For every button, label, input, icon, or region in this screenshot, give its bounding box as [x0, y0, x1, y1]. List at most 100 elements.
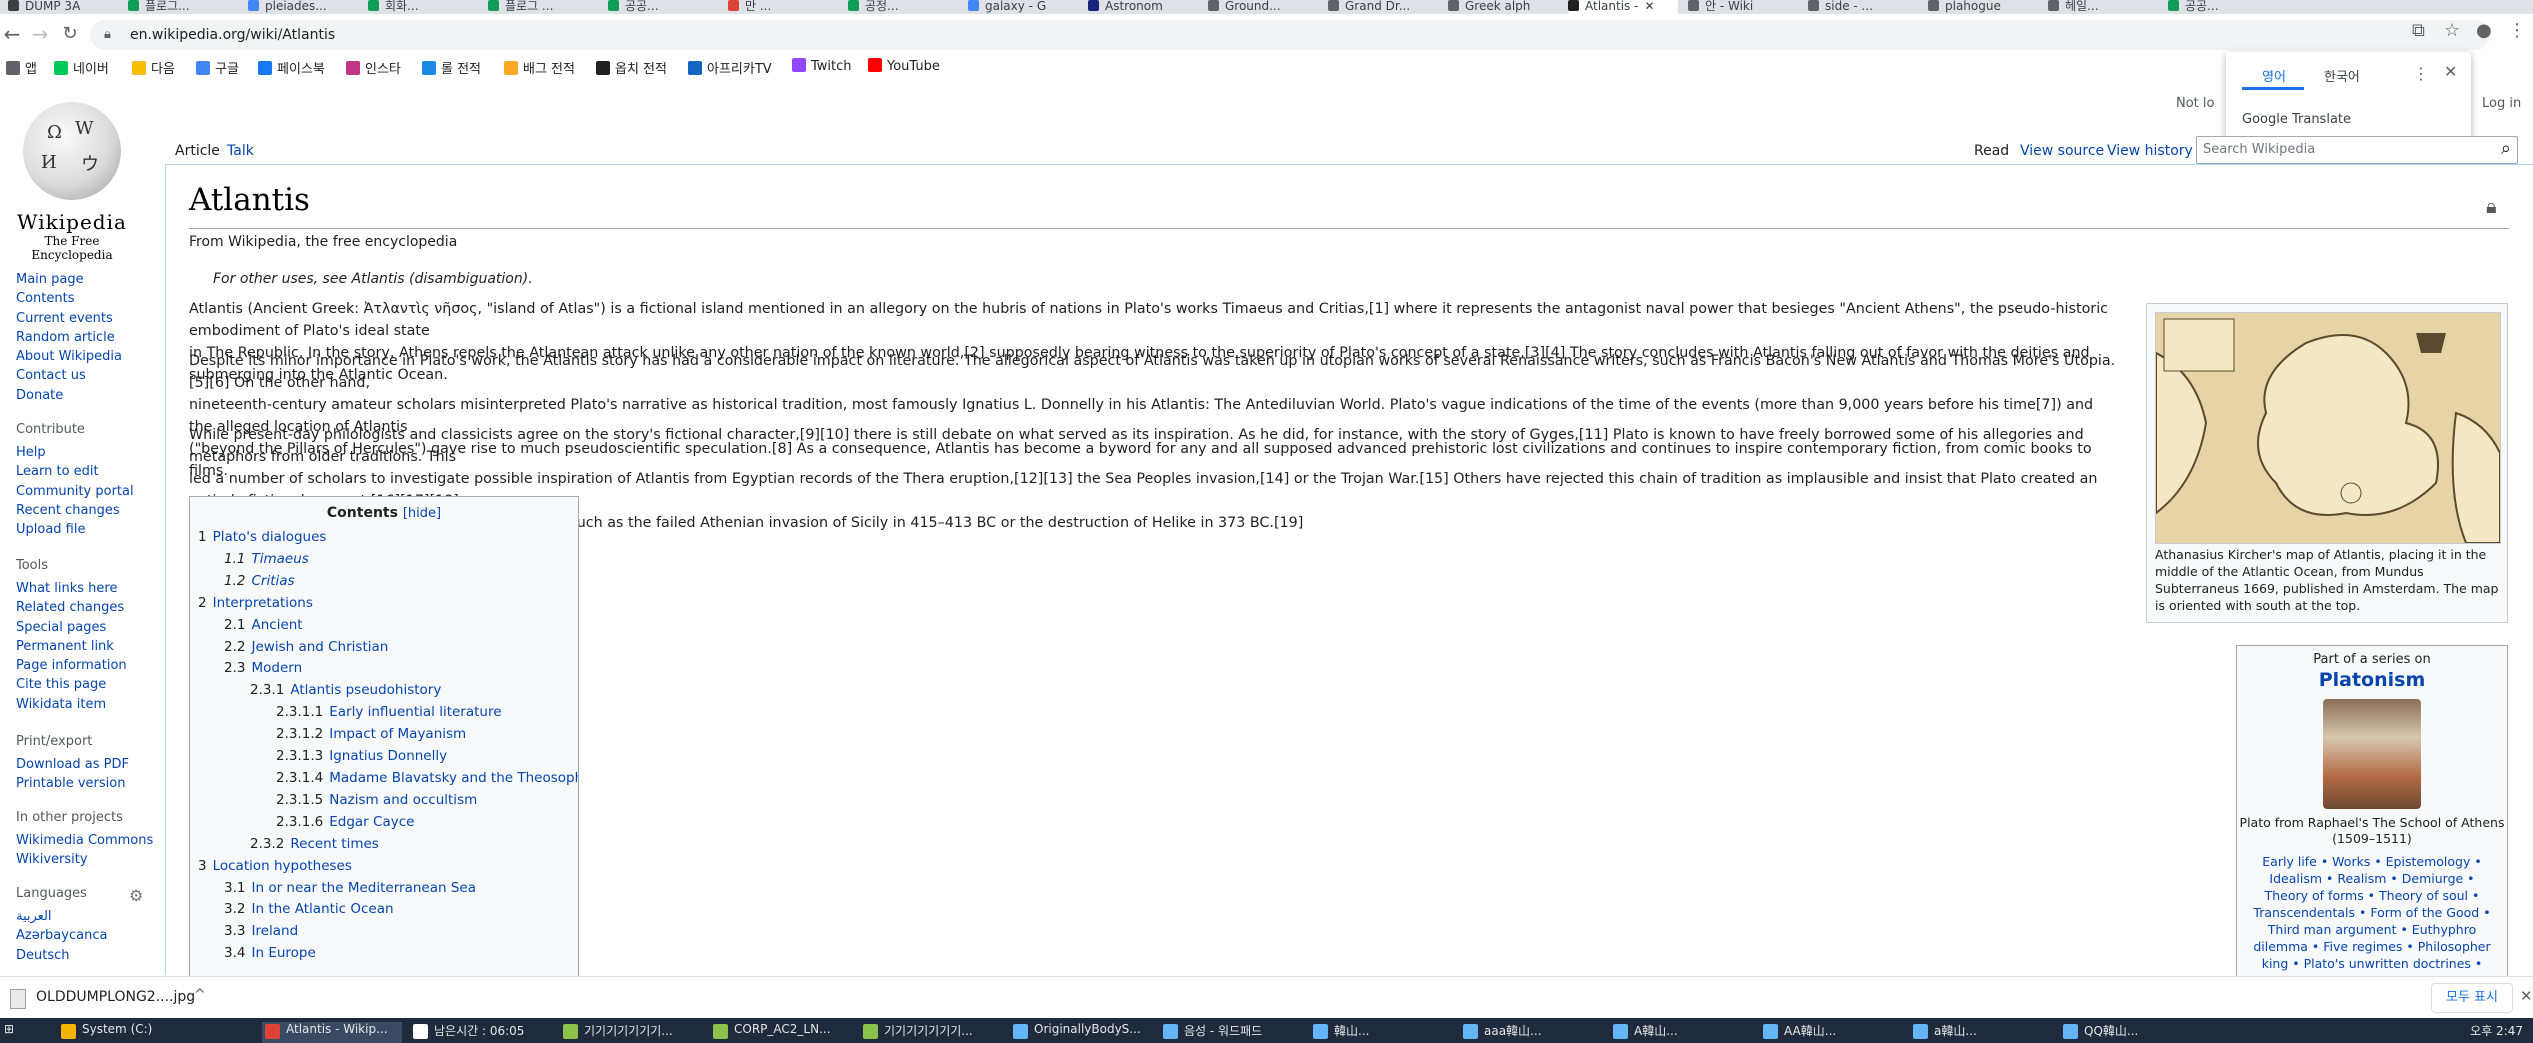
- toc-entry[interactable]: 2.3.1.2 Impact of Mayanism: [198, 724, 578, 746]
- sidebar-link[interactable]: Random article: [16, 328, 122, 347]
- taskbar-item[interactable]: QQ韓山...: [2060, 1022, 2200, 1043]
- taskbar-item[interactable]: 기기기기기기기...: [860, 1022, 1000, 1043]
- sidebar-link[interactable]: About Wikipedia: [16, 347, 122, 366]
- sidebar-link[interactable]: Deutsch: [16, 946, 156, 965]
- hatnote[interactable]: For other uses, see Atlantis (disambigua…: [213, 271, 533, 287]
- sidebar-link[interactable]: Cite this page: [16, 675, 127, 694]
- bookmark-star-icon[interactable]: ☆: [2444, 20, 2460, 41]
- chevron-up-icon[interactable]: ^: [194, 987, 206, 1003]
- browser-tab[interactable]: Atlantis - ✕: [1568, 0, 1678, 14]
- taskbar-item[interactable]: 음성 - 워드패드: [1160, 1022, 1300, 1043]
- bookmark-item[interactable]: 아프리카TV: [688, 58, 772, 77]
- browser-tab[interactable]: 플로그 ...: [488, 0, 584, 14]
- tab-view-source[interactable]: View source: [2020, 143, 2104, 159]
- browser-tab[interactable]: 플로그...: [128, 0, 224, 14]
- toc-entry[interactable]: 2.3.1.5 Nazism and occultism: [198, 790, 578, 812]
- toc-entry[interactable]: 2.3.1.3 Ignatius Donnelly: [198, 746, 578, 768]
- profile-icon[interactable]: ●: [2476, 20, 2492, 41]
- taskbar-item[interactable]: A韓山...: [1610, 1022, 1750, 1043]
- sidebar-link[interactable]: Contact us: [16, 366, 122, 385]
- browser-tab[interactable]: 만 ...: [728, 0, 824, 14]
- log-in-link[interactable]: Log in: [2482, 96, 2521, 111]
- tab-article[interactable]: Article: [175, 143, 220, 159]
- bookmark-item[interactable]: 구글: [196, 58, 239, 77]
- taskbar-item[interactable]: CORP_AC2_LN...: [710, 1022, 850, 1043]
- paragraph-line[interactable]: While present-day philologists and class…: [189, 424, 2119, 468]
- sidebar-link[interactable]: Printable version: [16, 774, 129, 793]
- bookmark-item[interactable]: 앱: [6, 58, 37, 77]
- back-icon[interactable]: ←: [0, 22, 24, 46]
- more-options-icon[interactable]: ⋮: [2413, 64, 2429, 83]
- sidebar-link[interactable]: Recent changes: [16, 501, 134, 520]
- toc-entry[interactable]: 2.3.1 Atlantis pseudohistory: [198, 680, 578, 702]
- toc-entry[interactable]: 2.3.1.1 Early influential literature: [198, 702, 578, 724]
- toc-entry[interactable]: 1.1 Timaeus: [198, 549, 578, 571]
- url-text[interactable]: en.wikipedia.org/wiki/Atlantis: [130, 27, 335, 43]
- browser-tab[interactable]: galaxy - G: [968, 0, 1064, 14]
- tab-read[interactable]: Read: [1974, 143, 2009, 159]
- sidebar-link[interactable]: Current events: [16, 309, 122, 328]
- browser-tab[interactable]: plahogue: [1928, 0, 2024, 14]
- target-language-tab[interactable]: 한국어: [2324, 66, 2360, 85]
- toc-entry[interactable]: 1 Plato's dialogues: [198, 527, 578, 549]
- series-title[interactable]: Platonism: [2237, 669, 2507, 691]
- paragraph-line[interactable]: Despite its minor importance in Plato's …: [189, 350, 2119, 394]
- toc-entry[interactable]: 3.4 In Europe: [198, 943, 578, 965]
- sidebar-link[interactable]: Page information: [16, 656, 127, 675]
- toc-entry[interactable]: 2.3.1.4 Madame Blavatsky and the Theosoph…: [198, 768, 578, 790]
- translate-icon[interactable]: ⧉: [2412, 20, 2425, 41]
- toc-entry[interactable]: 2 Interpretations: [198, 593, 578, 615]
- toc-entry[interactable]: 2.1 Ancient: [198, 615, 578, 637]
- sidebar-link[interactable]: Donate: [16, 386, 122, 405]
- close-tab-icon[interactable]: ✕: [1644, 0, 1654, 13]
- bookmark-item[interactable]: 옵치 전적: [596, 58, 667, 77]
- protection-lock-icon[interactable]: 🔒︎: [2486, 194, 2497, 218]
- search-icon[interactable]: ⌕: [2501, 138, 2511, 159]
- toc-entry[interactable]: 2.3.2 Recent times: [198, 834, 578, 856]
- series-links[interactable]: Early life • Works • Epistemology • Idea…: [2247, 853, 2497, 972]
- bookmark-item[interactable]: 롤 전적: [422, 58, 481, 77]
- bookmark-item[interactable]: 배그 전적: [504, 58, 575, 77]
- toc-entry[interactable]: 2.3 Modern: [198, 658, 578, 680]
- browser-tab[interactable]: 공공...: [2168, 0, 2264, 14]
- menu-icon[interactable]: ⋮: [2508, 20, 2526, 41]
- sidebar-link[interactable]: Azərbaycanca: [16, 926, 156, 945]
- sidebar-link[interactable]: Wikimedia Commons: [16, 831, 153, 850]
- taskbar-item[interactable]: 韓山...: [1310, 1022, 1450, 1043]
- bookmark-item[interactable]: YouTube: [868, 58, 940, 74]
- toc-entry[interactable]: 2.3.1.6 Edgar Cayce: [198, 812, 578, 834]
- bookmark-item[interactable]: 페이스북: [258, 58, 325, 77]
- toc-entry[interactable]: 3 Location hypotheses: [198, 856, 578, 878]
- sidebar-link[interactable]: What links here: [16, 579, 127, 598]
- plato-portrait-image[interactable]: [2323, 699, 2421, 809]
- paragraph-line[interactable]: Atlantis (Ancient Greek: Ἀτλαντὶς νῆσος,…: [189, 298, 2119, 342]
- taskbar-item[interactable]: aaa韓山...: [1460, 1022, 1600, 1043]
- address-bar[interactable]: 🔒︎ en.wikipedia.org/wiki/Atlantis: [90, 20, 2490, 50]
- close-icon[interactable]: ✕: [2444, 62, 2457, 81]
- toc-entry[interactable]: 3.1 In or near the Mediterranean Sea: [198, 878, 578, 900]
- browser-tab[interactable]: 공정...: [848, 0, 944, 14]
- bookmark-item[interactable]: 네이버: [54, 58, 109, 77]
- toc-entry[interactable]: 2.2 Jewish and Christian: [198, 637, 578, 659]
- browser-tab[interactable]: pleiades...: [248, 0, 344, 14]
- sidebar-link[interactable]: Wikiversity: [16, 850, 153, 869]
- browser-tab[interactable]: 공공...: [608, 0, 704, 14]
- browser-tab[interactable]: Greek alph: [1448, 0, 1544, 14]
- sidebar-link[interactable]: Special pages: [16, 618, 127, 637]
- downloaded-file[interactable]: OLDDUMPLONG2....jpg: [36, 989, 195, 1005]
- browser-tab[interactable]: Ground...: [1208, 0, 1304, 14]
- taskbar-item[interactable]: 기기기기기기기...: [560, 1022, 700, 1043]
- wikipedia-logo[interactable]: Ω W И ウ Wikipedia The Free Encyclopedia: [16, 102, 128, 262]
- show-all-button[interactable]: 모두 표시: [2431, 983, 2513, 1013]
- toc-entry[interactable]: 3.2 In the Atlantic Ocean: [198, 899, 578, 921]
- source-language-tab[interactable]: 영어: [2262, 66, 2286, 85]
- toc-entry[interactable]: 3.3 Ireland: [198, 921, 578, 943]
- search-input[interactable]: Search Wikipedia ⌕: [2196, 136, 2518, 164]
- gear-icon[interactable]: ⚙: [129, 886, 143, 905]
- forward-icon[interactable]: →: [28, 22, 52, 46]
- toc-hide-link[interactable]: [hide]: [403, 506, 441, 521]
- taskbar-item[interactable]: AA韓山...: [1760, 1022, 1900, 1043]
- sidebar-link[interactable]: Community portal: [16, 482, 134, 501]
- reload-icon[interactable]: ↻: [58, 22, 82, 46]
- taskbar-item[interactable]: OriginallyBodyS...: [1010, 1022, 1150, 1043]
